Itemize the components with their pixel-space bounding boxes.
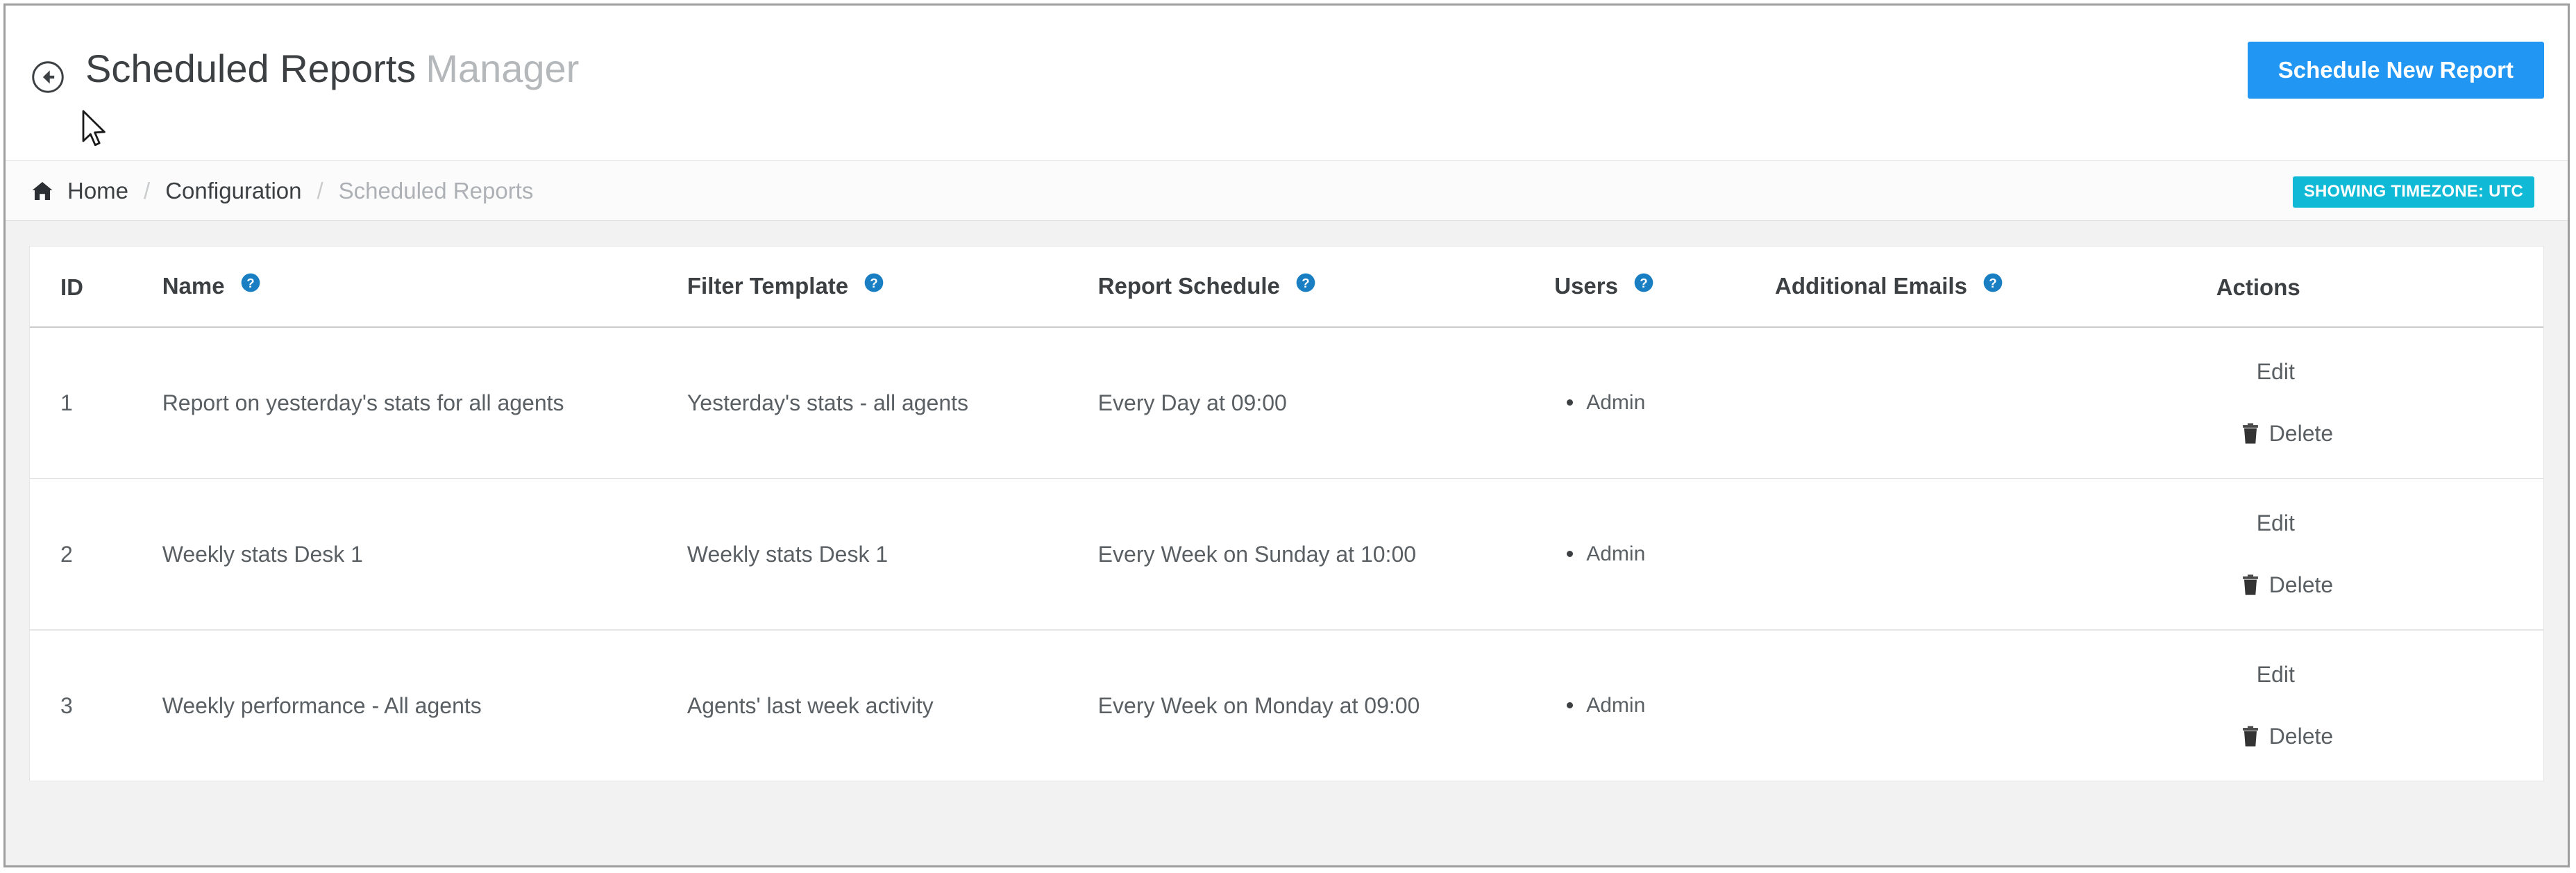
table-header-row: ID Name ? Filter Template ? Report Sched… <box>30 247 2543 329</box>
delete-link[interactable]: Delete <box>2240 572 2334 598</box>
question-circle-icon[interactable]: ? <box>239 272 262 299</box>
arrow-left-circle-icon <box>31 60 65 94</box>
back-button[interactable] <box>31 60 65 94</box>
svg-text:?: ? <box>870 276 878 290</box>
edit-link[interactable]: Edit <box>2257 662 2543 688</box>
column-header-id: ID <box>30 247 162 329</box>
delete-link[interactable]: Delete <box>2240 724 2334 749</box>
users-list: Admin <box>1554 390 1775 415</box>
cell-actions: Edit Delete <box>2216 327 2543 480</box>
column-header-label: Actions <box>2216 274 2300 300</box>
page-title-main: Scheduled Reports <box>85 47 416 90</box>
cell-additional-emails <box>1775 479 2216 631</box>
breadcrumb-separator: / <box>317 177 323 203</box>
edit-link[interactable]: Edit <box>2257 359 2543 385</box>
question-circle-icon[interactable]: ? <box>1295 272 1317 299</box>
cell-filter-template: Weekly stats Desk 1 <box>687 479 1098 631</box>
table-row: 3 Weekly performance - All agents Agents… <box>30 630 2543 781</box>
mouse-pointer-icon <box>81 110 111 151</box>
cell-report-schedule: Every Day at 09:00 <box>1097 327 1555 480</box>
breadcrumb-item-configuration[interactable]: Configuration <box>165 178 301 204</box>
cell-name: Weekly performance - All agents <box>162 692 482 718</box>
cell-name: Report on yesterday's stats for all agen… <box>162 327 687 480</box>
delete-label: Delete <box>2268 421 2334 447</box>
cell-name: Weekly stats Desk 1 <box>162 479 687 631</box>
column-header-label: ID <box>60 274 83 300</box>
svg-text:?: ? <box>246 276 254 290</box>
svg-text:?: ? <box>1640 276 1647 290</box>
table-row: 2 Weekly stats Desk 1 Weekly stats Desk … <box>30 479 2543 631</box>
column-header-users: Users ? <box>1554 247 1776 329</box>
users-list: Admin <box>1554 693 1775 718</box>
column-header-label: Filter Template <box>687 273 849 299</box>
breadcrumb-separator: / <box>144 177 151 203</box>
cell-id: 2 <box>30 479 162 631</box>
question-circle-icon[interactable]: ? <box>1633 272 1655 299</box>
table-row: 1 Report on yesterday's stats for all ag… <box>30 327 2543 480</box>
page-header: Scheduled Reports Manager Schedule New Re… <box>6 6 2568 161</box>
cell-actions: Edit Delete <box>2216 630 2543 781</box>
scheduled-reports-table: ID Name ? Filter Template ? Report Sched… <box>30 247 2543 781</box>
question-circle-icon[interactable]: ? <box>1982 272 2004 299</box>
trash-icon <box>2240 574 2261 597</box>
cell-filter-template: Agents' last week activity <box>687 692 934 718</box>
list-item: Admin <box>1567 390 1775 415</box>
timezone-badge: SHOWING TIMEZONE: UTC <box>2292 176 2534 208</box>
application-window: Scheduled Reports Manager Schedule New Re… <box>3 3 2570 867</box>
column-header-label: Report Schedule <box>1097 273 1280 299</box>
breadcrumb-bar: Home / Configuration / Scheduled Reports… <box>6 161 2568 221</box>
column-header-report-schedule: Report Schedule ? <box>1097 247 1555 329</box>
breadcrumb-item-scheduled-reports: Scheduled Reports <box>338 177 534 203</box>
users-list: Admin <box>1554 542 1775 567</box>
table-head: ID Name ? Filter Template ? Report Sched… <box>30 247 2543 329</box>
svg-text:?: ? <box>1302 276 1309 290</box>
page-title-sub: Manager <box>426 47 580 90</box>
cell-filter-template: Yesterday's stats - all agents <box>687 327 1098 480</box>
breadcrumb-item-home[interactable]: Home <box>67 178 128 204</box>
column-header-label: Name <box>162 273 225 299</box>
page-title: Scheduled Reports Manager <box>85 46 579 91</box>
column-header-additional-emails: Additional Emails ? <box>1775 247 2216 329</box>
cell-users: Admin <box>1554 479 1776 631</box>
edit-link[interactable]: Edit <box>2257 510 2543 536</box>
cell-report-schedule: Every Week on Sunday at 10:00 <box>1097 479 1555 631</box>
table-body: 1 Report on yesterday's stats for all ag… <box>30 327 2543 781</box>
delete-label: Delete <box>2268 724 2334 749</box>
home-icon[interactable] <box>31 179 54 203</box>
svg-text:?: ? <box>1989 276 1996 290</box>
cell-report-schedule: Every Week on Monday at 09:00 <box>1097 692 1420 718</box>
cell-actions: Edit Delete <box>2216 479 2543 631</box>
question-circle-icon[interactable]: ? <box>863 272 885 299</box>
column-header-name: Name ? <box>162 247 687 329</box>
breadcrumb: Home / Configuration / Scheduled Reports <box>31 161 533 220</box>
content-area: ID Name ? Filter Template ? Report Sched… <box>6 221 2568 865</box>
column-header-label: Users <box>1554 273 1618 299</box>
delete-label: Delete <box>2268 572 2334 598</box>
cell-users: Admin <box>1554 327 1776 480</box>
column-header-filter-template: Filter Template ? <box>687 247 1098 329</box>
cell-id: 1 <box>30 327 162 480</box>
column-header-actions: Actions <box>2216 247 2543 329</box>
cell-additional-emails <box>1775 630 2216 781</box>
trash-icon <box>2240 726 2261 748</box>
cell-users: Admin <box>1554 630 1775 781</box>
list-item: Admin <box>1567 693 1775 718</box>
list-item: Admin <box>1567 542 1775 567</box>
cell-additional-emails <box>1775 327 2216 480</box>
trash-icon <box>2240 423 2261 445</box>
schedule-new-report-button[interactable]: Schedule New Report <box>2247 42 2544 99</box>
column-header-label: Additional Emails <box>1775 273 1967 299</box>
scheduled-reports-table-card: ID Name ? Filter Template ? Report Sched… <box>29 246 2544 782</box>
cell-id: 3 <box>60 692 73 718</box>
delete-link[interactable]: Delete <box>2240 421 2334 447</box>
